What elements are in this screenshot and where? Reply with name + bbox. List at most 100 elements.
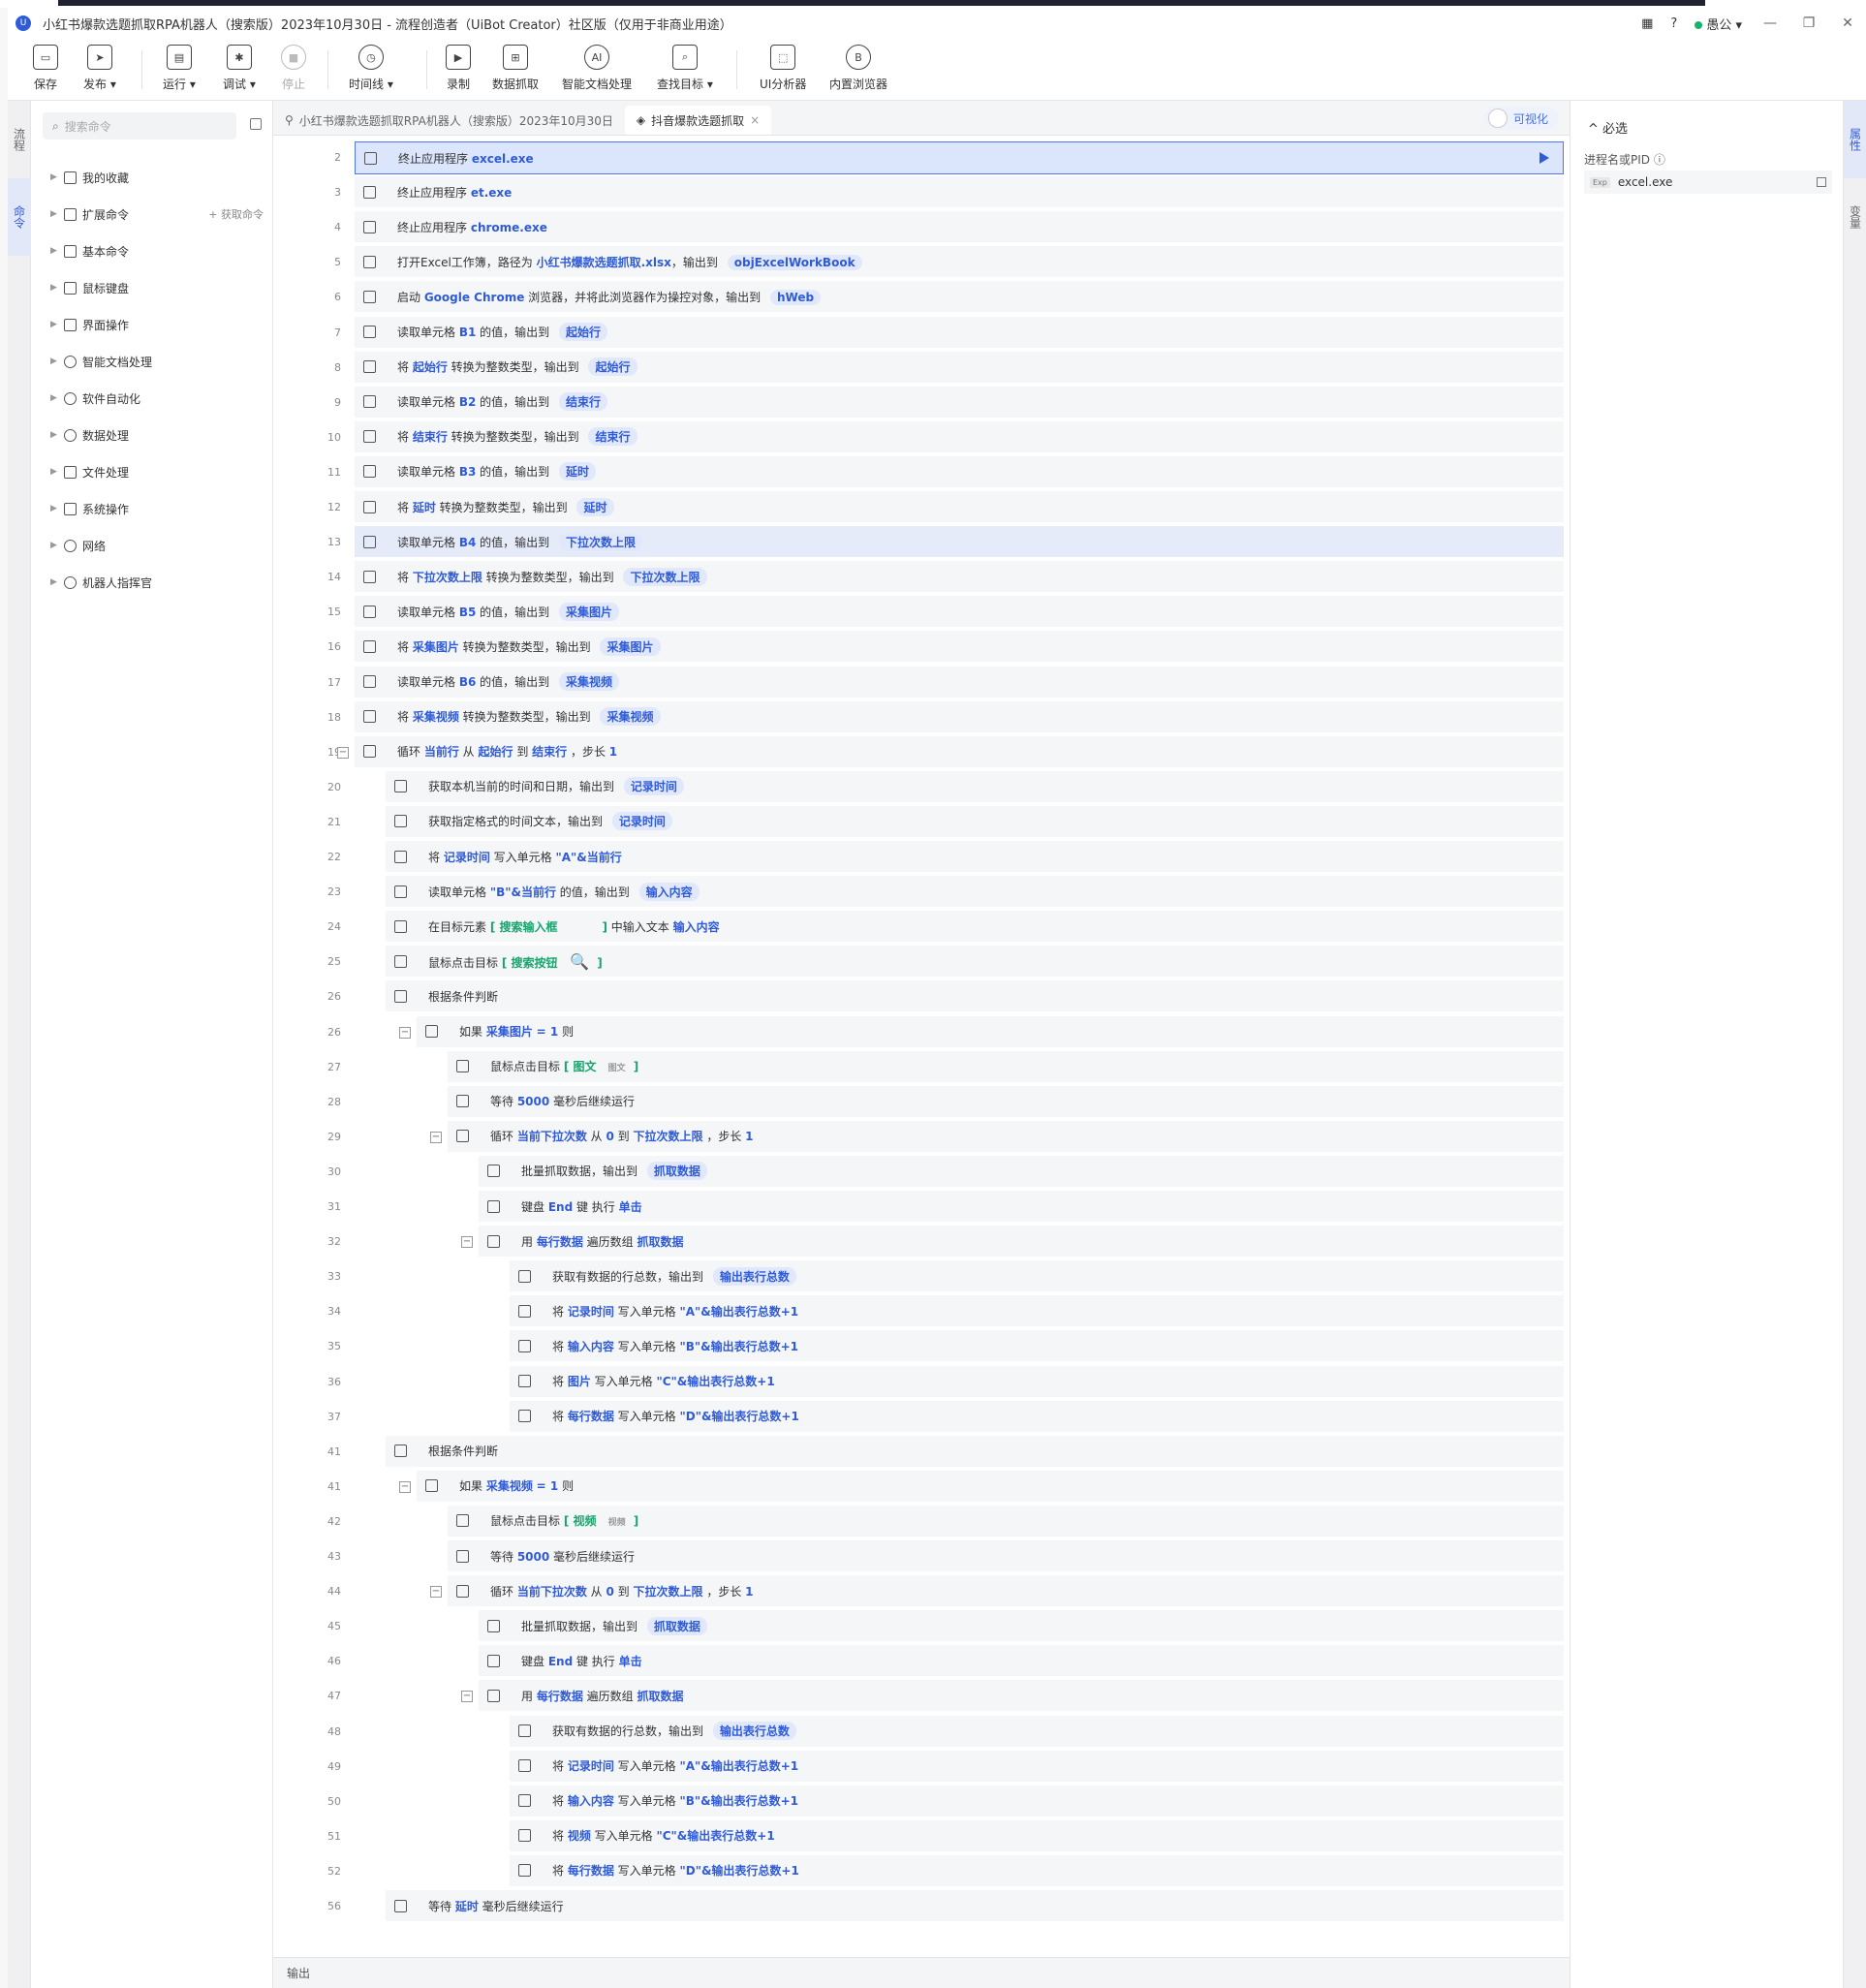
flow-step[interactable]: 批量抓取数据，输出到 抓取数据	[479, 1610, 1564, 1644]
flow-row[interactable]: 49 将 记录时间 写入单元格 "A"&输出表行总数+1	[273, 1750, 1570, 1784]
flow-row[interactable]: 36 将 图片 写入单元格 "C"&输出表行总数+1	[273, 1365, 1570, 1399]
flow-step[interactable]: 将 结束行 转换为整数类型，输出到 结束行	[355, 420, 1564, 454]
flow-step[interactable]: 将 输入内容 写入单元格 "B"&输出表行总数+1	[510, 1785, 1564, 1818]
flow-step[interactable]: 如果 采集视频 = 1 则	[417, 1470, 1564, 1504]
flow-step[interactable]: 循环 当前下拉次数 从 0 到 下拉次数上限 ，步长 1	[448, 1575, 1564, 1609]
fold-toggle-icon[interactable]: −	[337, 746, 349, 759]
flow-row[interactable]: 26 根据条件判断	[273, 980, 1570, 1014]
flow-step[interactable]: 读取单元格 B5 的值，输出到 采集图片	[355, 596, 1564, 630]
tab-douyin[interactable]: ◈ 抖音爆款选题抓取 ×	[624, 106, 772, 135]
flow-row[interactable]: 41 − 如果 采集视频 = 1 则	[273, 1470, 1570, 1504]
flow-row[interactable]: 50 将 输入内容 写入单元格 "B"&输出表行总数+1	[273, 1785, 1570, 1818]
flow-row[interactable]: 27 鼠标点击目标 [ 图文 图文]	[273, 1050, 1570, 1084]
flow-row[interactable]: 4 终止应用程序 chrome.exe	[273, 211, 1570, 245]
flow-row[interactable]: 43 等待 5000 毫秒后继续运行	[273, 1540, 1570, 1573]
fold-toggle-icon[interactable]: −	[430, 1131, 442, 1143]
flow-step[interactable]: 将 每行数据 写入单元格 "D"&输出表行总数+1	[510, 1854, 1564, 1888]
help-icon[interactable]: ?	[1670, 16, 1677, 31]
rail-tab-flow[interactable]: 流程	[8, 101, 31, 178]
toolbar-ai-doc-button[interactable]: AI 智能文档处理	[562, 45, 632, 97]
flow-row[interactable]: 47 − 用 每行数据 遍历数组 抓取数据	[273, 1680, 1570, 1714]
fold-toggle-icon[interactable]: −	[461, 1236, 473, 1249]
close-icon[interactable]: ✕	[1837, 16, 1858, 31]
fold-toggle-icon[interactable]: −	[399, 1026, 411, 1039]
flow-step[interactable]: 如果 采集图片 = 1 则	[417, 1015, 1564, 1049]
flow-step[interactable]: 获取有数据的行总数，输出到 输出表行总数	[510, 1260, 1564, 1294]
flow-row[interactable]: 15 读取单元格 B5 的值，输出到 采集图片	[273, 596, 1570, 630]
flow-row[interactable]: 26 − 如果 采集图片 = 1 则	[273, 1015, 1570, 1049]
flow-row[interactable]: 48 获取有数据的行总数，输出到 输出表行总数	[273, 1715, 1570, 1749]
flow-step[interactable]: 打开Excel工作簿，路径为 小红书爆款选题抓取.xlsx，输出到 objExc…	[355, 246, 1564, 280]
flow-step[interactable]: 启动 Google Chrome 浏览器，并将此浏览器作为操控对象，输出到 hW…	[355, 281, 1564, 315]
flow-step[interactable]: 获取指定格式的时间文本，输出到 记录时间	[386, 805, 1564, 839]
flow-row[interactable]: 5 打开Excel工作簿，路径为 小红书爆款选题抓取.xlsx，输出到 objEx…	[273, 246, 1570, 280]
flow-row[interactable]: 24 在目标元素 [ 搜索输入框 ] 中输入文本 输入内容	[273, 911, 1570, 945]
flow-step[interactable]: 将 输入内容 写入单元格 "B"&输出表行总数+1	[510, 1330, 1564, 1364]
fold-toggle-icon[interactable]: −	[430, 1586, 442, 1599]
flow-step[interactable]: 等待 延时 毫秒后继续运行	[386, 1890, 1564, 1923]
flow-step[interactable]: 获取本机当前的时间和日期，输出到 记录时间	[386, 770, 1564, 804]
flow-row[interactable]: 46 键盘 End 键 执行 单击	[273, 1645, 1570, 1679]
flow-row[interactable]: 34 将 记录时间 写入单元格 "A"&输出表行总数+1	[273, 1295, 1570, 1329]
flow-step[interactable]: 获取有数据的行总数，输出到 输出表行总数	[510, 1715, 1564, 1749]
process-name-field[interactable]: Exp excel.exe	[1584, 171, 1832, 194]
flow-row[interactable]: 8 将 起始行 转换为整数类型，输出到 起始行	[273, 351, 1570, 385]
output-panel[interactable]: 输出	[273, 1957, 1570, 1988]
rail-tab-variables[interactable]: 变量	[1844, 178, 1866, 256]
flow-row[interactable]: 42 鼠标点击目标 [ 视频 视频]	[273, 1505, 1570, 1538]
flow-step[interactable]: 将 起始行 转换为整数类型，输出到 起始行	[355, 351, 1564, 385]
flow-step[interactable]: 将 记录时间 写入单元格 "A"&输出表行总数+1	[510, 1295, 1564, 1329]
flow-row[interactable]: 32 − 用 每行数据 遍历数组 抓取数据	[273, 1226, 1570, 1259]
flow-row[interactable]: 10 将 结束行 转换为整数类型，输出到 结束行	[273, 420, 1570, 454]
toolbar-publish-button[interactable]: ➤ 发布 ▾	[83, 45, 116, 97]
flow-step[interactable]: 等待 5000 毫秒后继续运行	[448, 1540, 1564, 1573]
toolbar-find-target-button[interactable]: ⌕ 查找目标 ▾	[657, 45, 713, 97]
flow-row[interactable]: 25 鼠标点击目标 [ 搜索按钮 🔍 ]	[273, 946, 1570, 979]
toolbar-timeline-button[interactable]: ◷ 时间线 ▾	[349, 45, 393, 97]
flow-row[interactable]: 22 将 记录时间 写入单元格 "A"&当前行	[273, 841, 1570, 874]
toolbar-run-button[interactable]: ▤ 运行 ▾	[163, 45, 196, 97]
toolbar-ui-analyzer-button[interactable]: ⬚ UI分析器	[760, 45, 806, 97]
flow-row[interactable]: 2 终止应用程序 excel.exe	[273, 141, 1570, 174]
edit-icon[interactable]	[1817, 177, 1826, 187]
flow-row[interactable]: 6 启动 Google Chrome 浏览器，并将此浏览器作为操控对象，输出到 h…	[273, 281, 1570, 315]
visual-toggle[interactable]: 可视化	[1483, 107, 1558, 130]
flow-row[interactable]: 20 获取本机当前的时间和日期，输出到 记录时间	[273, 770, 1570, 804]
flow-row[interactable]: 3 终止应用程序 et.exe	[273, 176, 1570, 210]
flow-step[interactable]: 终止应用程序 et.exe	[355, 176, 1564, 210]
tree-item-file[interactable]: ▶ 文件处理	[31, 453, 273, 490]
flow-row[interactable]: 41 根据条件判断	[273, 1435, 1570, 1469]
flow-step[interactable]: 根据条件判断	[386, 1435, 1564, 1469]
flow-step[interactable]: 终止应用程序 chrome.exe	[355, 211, 1564, 245]
flow-row[interactable]: 18 将 采集视频 转换为整数类型，输出到 采集视频	[273, 700, 1570, 734]
flow-step[interactable]: 将 每行数据 写入单元格 "D"&输出表行总数+1	[510, 1400, 1564, 1434]
flow-row[interactable]: 23 读取单元格 "B"&当前行 的值，输出到 输入内容	[273, 876, 1570, 910]
collapse-panel-icon[interactable]	[250, 118, 262, 130]
flow-step[interactable]: 将 视频 写入单元格 "C"&输出表行总数+1	[510, 1819, 1564, 1853]
restore-icon[interactable]: ❐	[1798, 16, 1819, 31]
flow-row[interactable]: 30 批量抓取数据，输出到 抓取数据	[273, 1155, 1570, 1189]
flow-step[interactable]: 鼠标点击目标 [ 搜索按钮 🔍 ]	[386, 946, 1564, 979]
fold-toggle-icon[interactable]: −	[399, 1480, 411, 1493]
minimize-icon[interactable]: —	[1759, 16, 1781, 31]
flow-row[interactable]: 33 获取有数据的行总数，输出到 输出表行总数	[273, 1260, 1570, 1294]
flow-row[interactable]: 37 将 每行数据 写入单元格 "D"&输出表行总数+1	[273, 1400, 1570, 1434]
flow-row[interactable]: 28 等待 5000 毫秒后继续运行	[273, 1085, 1570, 1119]
tree-item-data[interactable]: ▶ 数据处理	[31, 417, 273, 453]
flow-step[interactable]: 将 采集图片 转换为整数类型，输出到 采集图片	[355, 631, 1564, 665]
flow-step[interactable]: 根据条件判断	[386, 980, 1564, 1014]
flow-row[interactable]: 14 将 下拉次数上限 转换为整数类型，输出到 下拉次数上限	[273, 561, 1570, 595]
flow-step[interactable]: 将 延时 转换为整数类型，输出到 延时	[355, 491, 1564, 524]
exp-badge[interactable]: Exp	[1590, 176, 1610, 188]
tree-item-software[interactable]: ▶ 软件自动化	[31, 380, 273, 417]
tree-item-network[interactable]: ▶ 网络	[31, 527, 273, 564]
flow-step[interactable]: 将 采集视频 转换为整数类型，输出到 采集视频	[355, 700, 1564, 734]
flow-step[interactable]: 键盘 End 键 执行 单击	[479, 1191, 1564, 1224]
tab-xiaohongshu[interactable]: ⚲ 小红书爆款选题抓取RPA机器人（搜索版）2023年10月30日	[273, 106, 625, 135]
tree-item-favorites[interactable]: ▶ 我的收藏	[31, 159, 273, 196]
tree-item-basic[interactable]: ▶ 基本命令	[31, 233, 273, 269]
flow-row[interactable]: 56 等待 延时 毫秒后继续运行	[273, 1890, 1570, 1923]
flow-step[interactable]: 读取单元格 B3 的值，输出到 延时	[355, 455, 1564, 489]
flow-step[interactable]: 将 记录时间 写入单元格 "A"&当前行	[386, 841, 1564, 874]
flow-row[interactable]: 29 − 循环 当前下拉次数 从 0 到 下拉次数上限 ，步长 1	[273, 1120, 1570, 1154]
